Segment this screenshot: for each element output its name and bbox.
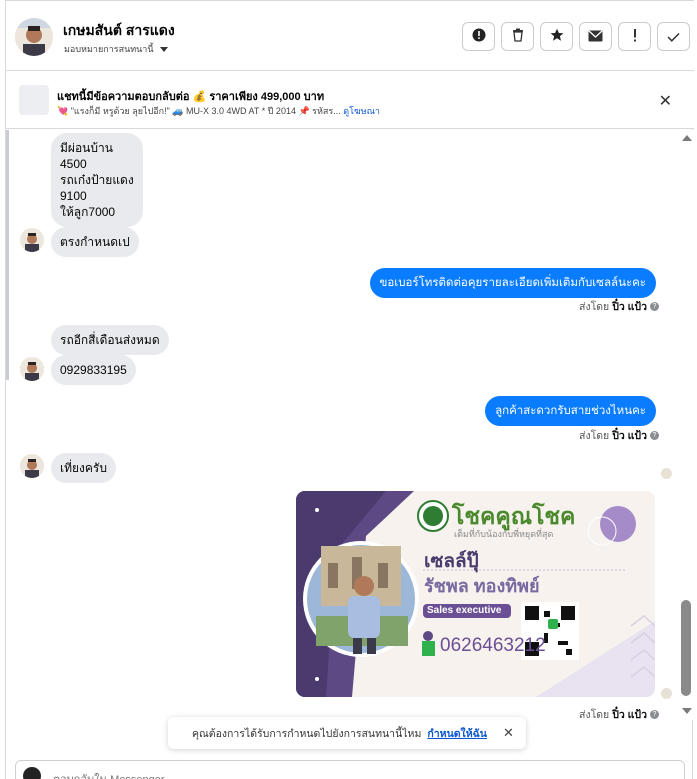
ad-subtitle: 💘 "แรงก็มี หรูด้วย ลุยไปอีก!" 🚙 MU-X 3.0… bbox=[57, 106, 380, 116]
incoming-message[interactable]: รถอีกสี่เดือนส่งหมด bbox=[51, 325, 169, 355]
sent-by-label: ส่งโดย ปิ๋ว แป้ว ? bbox=[579, 298, 659, 315]
ad-thumbnail bbox=[19, 85, 49, 115]
mail-button[interactable] bbox=[579, 22, 612, 51]
contact-name[interactable]: เกษมสันต์ สารแดง bbox=[63, 20, 175, 42]
sender-avatar bbox=[20, 228, 44, 252]
exclamation-icon bbox=[633, 28, 637, 45]
sent-by-label: ส่งโดย ปิ๋ว แป้ว ? bbox=[579, 706, 659, 720]
inbox-panel: เกษมสันต์ สารแดง มอบหมายการสนทนานี้ แชทน… bbox=[5, 0, 694, 779]
conversation-header: เกษมสันต์ สารแดง มอบหมายการสนทนานี้ bbox=[6, 0, 694, 71]
outgoing-message[interactable]: ขอเบอร์โทรติดต่อคุยรายละเอียดเพิ่มเติมกั… bbox=[369, 268, 656, 298]
view-ad-link[interactable]: ดูโฆษณา bbox=[343, 106, 380, 116]
sender-avatar bbox=[20, 454, 44, 478]
info-icon[interactable]: ? bbox=[650, 431, 659, 440]
assign-dropdown[interactable]: มอบหมายการสนทนานี้ bbox=[64, 42, 168, 56]
sender-avatar bbox=[20, 357, 44, 381]
star-icon bbox=[550, 28, 564, 45]
sent-by-label: ส่งโดย ปิ๋ว แป้ว ? bbox=[579, 427, 659, 444]
card-tagline: เต็มที่กับน้องกับพี่หยุดที่สุด bbox=[454, 529, 554, 539]
scroll-thumb[interactable] bbox=[681, 600, 691, 696]
star-button[interactable] bbox=[540, 22, 573, 51]
scroll-down-arrow-icon[interactable] bbox=[682, 708, 692, 714]
envelope-icon bbox=[588, 29, 603, 45]
delete-button[interactable] bbox=[501, 22, 534, 51]
incoming-message[interactable]: เที่ยงครับ bbox=[51, 453, 116, 483]
toast-text: คุณต้องการได้รับการกำหนดไปยังการสนทนานี้… bbox=[192, 727, 422, 740]
header-actions bbox=[462, 22, 690, 51]
chevron-down-icon bbox=[159, 46, 168, 52]
contact-avatar[interactable] bbox=[15, 18, 53, 56]
alert-circle-icon bbox=[472, 28, 486, 45]
incoming-message[interactable]: มีผ่อนบ้าน 4500 รถเก๋งป้ายแดง 9100 ให้ลู… bbox=[51, 133, 143, 227]
outgoing-message[interactable]: ลูกค้าสะดวกรับสายช่วงไหนคะ bbox=[485, 396, 656, 426]
incoming-message[interactable]: ตรงกำหนดเป bbox=[51, 227, 139, 257]
mark-spam-button[interactable] bbox=[618, 22, 651, 51]
business-card-image[interactable]: โชคคูณโชค เต็มที่กับน้องกับพี่หยุดที่สุด… bbox=[296, 491, 655, 697]
seen-avatar bbox=[661, 468, 672, 479]
close-icon[interactable]: ✕ bbox=[503, 725, 514, 741]
incoming-message[interactable]: 0929833195 bbox=[51, 355, 136, 385]
composer-placeholder[interactable]: ตอบกลับใน Messenger bbox=[53, 770, 164, 779]
report-button[interactable] bbox=[462, 22, 495, 51]
card-name: รัชพล ทองทิพย์ bbox=[424, 576, 540, 596]
assign-label: มอบหมายการสนทนานี้ bbox=[64, 44, 154, 54]
info-icon[interactable]: ? bbox=[650, 302, 659, 311]
scrollbar[interactable] bbox=[679, 130, 694, 720]
page-avatar bbox=[23, 767, 41, 779]
assign-prompt-toast: คุณต้องการได้รับการกำหนดไปยังการสนทนานี้… bbox=[168, 717, 526, 749]
trash-icon bbox=[512, 28, 524, 45]
check-icon bbox=[667, 29, 680, 45]
assign-to-me-link[interactable]: กำหนดให้ฉัน bbox=[427, 725, 487, 742]
ad-title: แชทนี้มีข้อความตอบกลับต่อ 💰 ราคาเพียง 49… bbox=[57, 91, 325, 103]
card-role: Sales executive bbox=[427, 605, 502, 616]
seen-avatar bbox=[661, 688, 672, 699]
message-thread: มีผ่อนบ้าน 4500 รถเก๋งป้ายแดง 9100 ให้ลู… bbox=[6, 130, 679, 720]
card-phone: 0626463212 bbox=[440, 635, 546, 656]
info-icon[interactable]: ? bbox=[650, 710, 659, 719]
scroll-up-arrow-icon[interactable] bbox=[682, 135, 692, 141]
reply-composer[interactable]: ตอบกลับใน Messenger bbox=[15, 760, 685, 779]
close-icon[interactable]: ✕ bbox=[659, 91, 672, 111]
mark-done-button[interactable] bbox=[657, 22, 690, 51]
ad-context-bar: แชทนี้มีข้อความตอบกลับต่อ 💰 ราคาเพียง 49… bbox=[6, 71, 694, 129]
